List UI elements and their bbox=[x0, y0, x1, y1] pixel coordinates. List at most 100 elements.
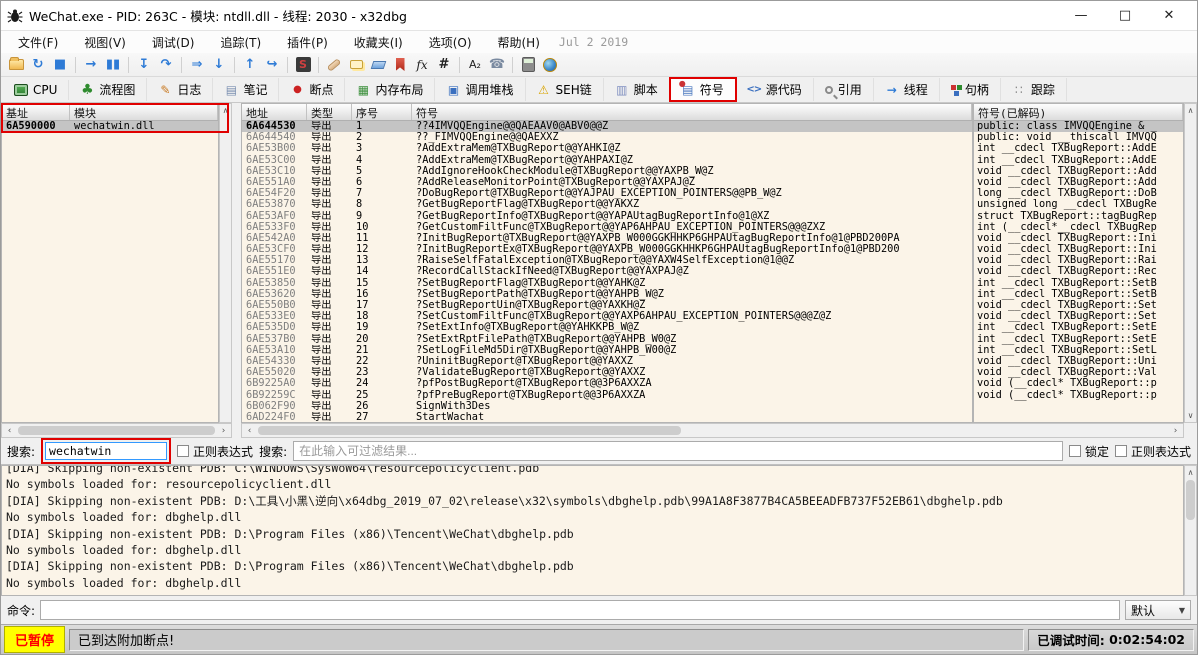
decoded-row[interactable]: void __cdecl TXBugReport::Set bbox=[974, 311, 1183, 322]
seh-settings-icon[interactable]: S bbox=[293, 55, 313, 74]
column-type[interactable]: 类型 bbox=[307, 104, 352, 120]
tab-调用堆栈[interactable]: ▣调用堆栈 bbox=[435, 78, 525, 101]
symbols-hscrollbar[interactable]: ‹ › bbox=[241, 423, 1184, 438]
decoded-row[interactable]: long __cdecl TXBugReport::DoB bbox=[974, 188, 1183, 199]
functions-icon[interactable]: fx bbox=[412, 55, 432, 74]
module-row[interactable]: 6A590000 wechatwin.dll bbox=[2, 121, 218, 132]
scroll-down-icon[interactable]: ∨ bbox=[1185, 409, 1196, 422]
symbol-row[interactable]: 6AD224F0导出27StartWachat bbox=[242, 412, 972, 422]
bookmarks-icon[interactable] bbox=[390, 55, 410, 74]
scroll-left-icon[interactable]: ‹ bbox=[242, 424, 257, 437]
symbol-row[interactable]: 6AE53C00导出4?AddExtraMem@TXBugReport@@YAH… bbox=[242, 155, 972, 166]
symbol-row[interactable]: 6AE537B0导出20?SetExtRptFilePath@TXBugRepo… bbox=[242, 334, 972, 345]
symbol-row[interactable]: 6B92259C导出25?pfPreBugReport@TXBugReport@… bbox=[242, 390, 972, 401]
command-input[interactable] bbox=[40, 600, 1120, 620]
decoded-row[interactable]: int __cdecl TXBugReport::SetB bbox=[974, 278, 1183, 289]
scroll-thumb[interactable] bbox=[18, 426, 215, 435]
attach-icon[interactable]: ↪ bbox=[262, 55, 282, 74]
symbol-row[interactable]: 6AE542A0导出11?InitBugReport@TXBugReport@@… bbox=[242, 233, 972, 244]
tab-SEH链[interactable]: ⚠SEH链 bbox=[526, 78, 604, 101]
step-over-icon[interactable]: ↷ bbox=[156, 55, 176, 74]
symbol-row[interactable]: 6AE533F0导出10?GetCustomFiltFunc@TXBugRepo… bbox=[242, 222, 972, 233]
panel-splitter[interactable] bbox=[232, 103, 241, 423]
decoded-header[interactable]: 符号(已解码) bbox=[974, 104, 1183, 121]
decoded-row[interactable]: struct TXBugReport::tagBugRep bbox=[974, 211, 1183, 222]
menu-item-收[interactable]: 收藏夹(I) bbox=[341, 32, 416, 53]
lock-checkbox[interactable] bbox=[1069, 445, 1081, 457]
symbol-row[interactable]: 6AE54330导出22?UninitBugReport@TXBugReport… bbox=[242, 356, 972, 367]
tab-断点[interactable]: ●断点 bbox=[279, 78, 345, 101]
ascii-table-icon[interactable]: A₂ bbox=[465, 55, 485, 74]
decoded-row[interactable]: void __cdecl TXBugReport::Uni bbox=[974, 356, 1183, 367]
tab-脚本[interactable]: ▥脚本 bbox=[604, 78, 670, 101]
decoded-row[interactable]: void (__cdecl* TXBugReport::p bbox=[974, 378, 1183, 389]
scroll-up-icon[interactable]: ∧ bbox=[1185, 466, 1196, 479]
decoded-row[interactable]: unsigned long __cdecl TXBugRe bbox=[974, 199, 1183, 210]
scroll-up-icon[interactable]: ∧ bbox=[220, 104, 231, 117]
search-input[interactable] bbox=[45, 442, 167, 460]
modules-header[interactable]: 基址 模块 bbox=[2, 104, 218, 121]
tab-流程图[interactable]: ♣流程图 bbox=[69, 78, 147, 101]
tab-日志[interactable]: ✎日志 bbox=[147, 78, 213, 101]
run-to-user-code-icon[interactable]: ↑ bbox=[240, 55, 260, 74]
tab-线程[interactable]: →线程 bbox=[874, 78, 940, 101]
symbol-row[interactable]: 6AE53850导出15?SetBugReportFlag@TXBugRepor… bbox=[242, 278, 972, 289]
menu-item-插[interactable]: 插件(P) bbox=[274, 32, 341, 53]
decoded-row[interactable]: void __cdecl TXBugReport::Add bbox=[974, 177, 1183, 188]
decoded-row[interactable]: int __cdecl TXBugReport::AddE bbox=[974, 143, 1183, 154]
symbol-row[interactable]: 6AE55020导出23?ValidateBugReport@TXBugRepo… bbox=[242, 367, 972, 378]
symbol-row[interactable]: 6B9225A0导出24?pfPostBugReport@TXBugReport… bbox=[242, 378, 972, 389]
regex-checkbox-label[interactable]: 正则表达式 bbox=[177, 443, 253, 460]
column-ordinal[interactable]: 序号 bbox=[352, 104, 412, 120]
decoded-row[interactable]: int __cdecl TXBugReport::SetE bbox=[974, 334, 1183, 345]
comments-icon[interactable] bbox=[346, 55, 366, 74]
open-file-icon[interactable] bbox=[6, 55, 26, 74]
symbol-row[interactable]: 6AE53620导出16?SetBugReportPath@TXBugRepor… bbox=[242, 289, 972, 300]
calculator-icon[interactable] bbox=[518, 55, 538, 74]
symbol-row[interactable]: 6AE53A10导出21?SetLogFileMd5Dir@TXBugRepor… bbox=[242, 345, 972, 356]
modules-vscrollbar[interactable]: ∧ bbox=[219, 103, 232, 423]
maximize-button[interactable]: □ bbox=[1103, 2, 1147, 30]
globe-icon[interactable] bbox=[540, 55, 560, 74]
scroll-right-icon[interactable]: › bbox=[1168, 424, 1183, 437]
symbol-row[interactable]: 6AE55170导出13?RaiseSelfFatalException@TXB… bbox=[242, 255, 972, 266]
step-out-icon[interactable]: ↓ bbox=[209, 55, 229, 74]
decoded-row[interactable]: int (__cdecl*__cdecl TXBugRep bbox=[974, 222, 1183, 233]
symbol-row[interactable]: 6AE53CF0导出12?InitBugReportEx@TXBugReport… bbox=[242, 244, 972, 255]
symbol-row[interactable]: 6AE53870导出8?GetBugReportFlag@TXBugReport… bbox=[242, 199, 972, 210]
symbol-row[interactable]: 6AE551E0导出14?RecordCallStackIfNeed@TXBug… bbox=[242, 266, 972, 277]
execute-till-return-icon[interactable]: ⇒ bbox=[187, 55, 207, 74]
scroll-right-icon[interactable]: › bbox=[216, 424, 231, 437]
scroll-thumb[interactable] bbox=[1186, 480, 1195, 520]
symbol-row[interactable]: 6AE551A0导出6?AddReleaseMonitorPoint@TXBug… bbox=[242, 177, 972, 188]
step-into-icon[interactable]: ↧ bbox=[134, 55, 154, 74]
decoded-row[interactable]: void __cdecl TXBugReport::Ini bbox=[974, 233, 1183, 244]
scroll-thumb[interactable] bbox=[258, 426, 681, 435]
tab-笔记[interactable]: ▤笔记 bbox=[213, 78, 279, 101]
filter-input[interactable] bbox=[293, 441, 1063, 461]
symbol-row[interactable]: 6AE535D0导出19?SetExtInfo@TXBugReport@@YAH… bbox=[242, 322, 972, 333]
tab-跟踪[interactable]: ∷跟踪 bbox=[1001, 78, 1067, 101]
column-symbol[interactable]: 符号 bbox=[412, 104, 972, 120]
decoded-row[interactable]: public: void __thiscall IMVQQ bbox=[974, 132, 1183, 143]
menu-item-视[interactable]: 视图(V) bbox=[71, 32, 139, 53]
decoded-row[interactable]: int __cdecl TXBugReport::SetE bbox=[974, 322, 1183, 333]
tab-句柄[interactable]: 句柄 bbox=[940, 78, 1001, 101]
decoded-row[interactable]: public: class IMVQQEngine & _ bbox=[974, 121, 1183, 132]
patch-icon[interactable] bbox=[324, 55, 344, 74]
column-address[interactable]: 地址 bbox=[242, 104, 307, 120]
symbol-row[interactable]: 6AE54F20导出7?DoBugReport@TXBugReport@@YAJ… bbox=[242, 188, 972, 199]
scroll-left-icon[interactable]: ‹ bbox=[2, 424, 17, 437]
symbols-header[interactable]: 地址 类型 序号 符号 bbox=[242, 104, 972, 121]
tab-符号[interactable]: ▤符号 bbox=[670, 78, 736, 101]
decoded-row[interactable]: int __cdecl TXBugReport::SetL bbox=[974, 345, 1183, 356]
symbol-row[interactable]: 6B062F90导出26SignWith3Des bbox=[242, 401, 972, 412]
stop-icon[interactable]: ■ bbox=[50, 55, 70, 74]
decoded-row[interactable]: void __cdecl TXBugReport::Rec bbox=[974, 266, 1183, 277]
run-icon[interactable]: → bbox=[81, 55, 101, 74]
column-decoded-symbol[interactable]: 符号(已解码) bbox=[974, 104, 1183, 120]
decoded-row[interactable]: int __cdecl TXBugReport::AddE bbox=[974, 155, 1183, 166]
decoded-row[interactable]: void (__cdecl* TXBugReport::p bbox=[974, 390, 1183, 401]
modules-hscrollbar[interactable]: ‹ › bbox=[1, 423, 232, 438]
symbol-row[interactable]: 6AE533E0导出18?SetCustomFiltFunc@TXBugRepo… bbox=[242, 311, 972, 322]
